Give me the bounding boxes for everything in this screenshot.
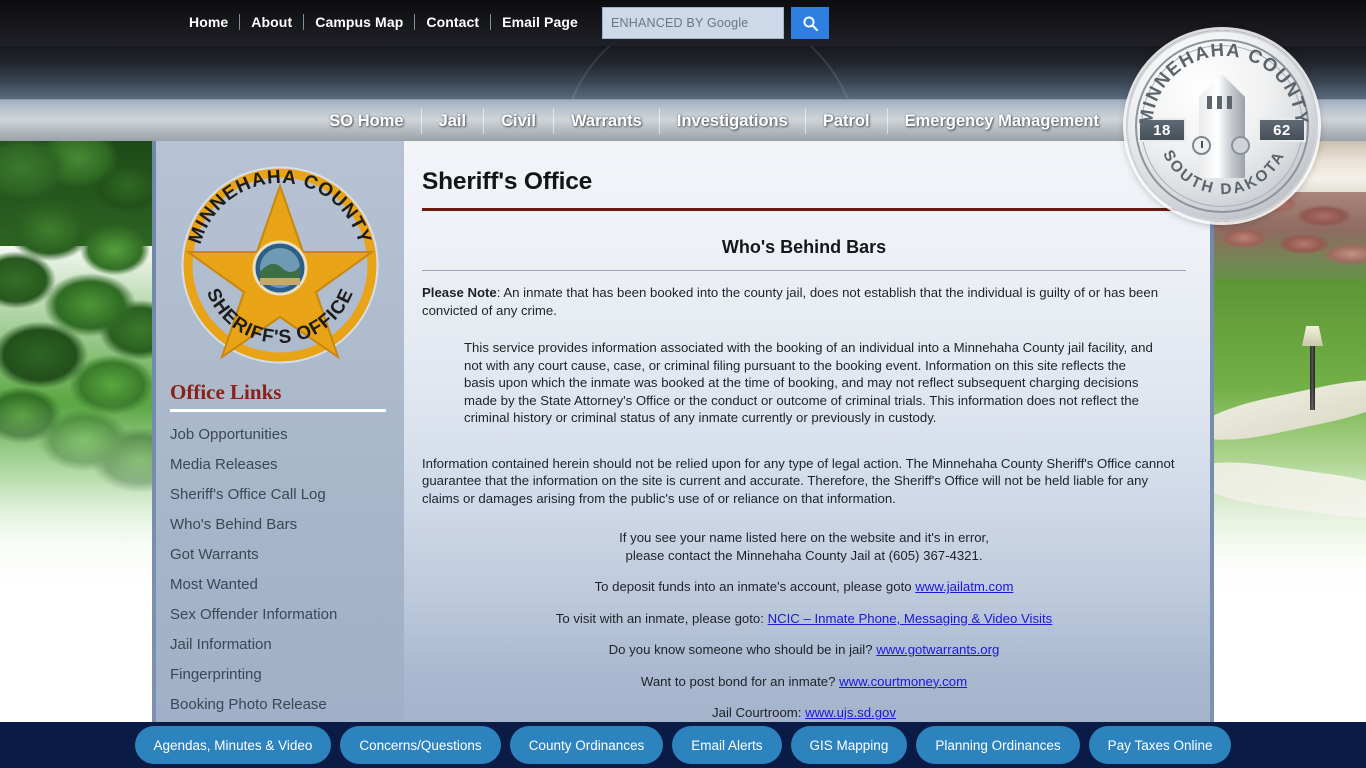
sheriff-office-badge-logo[interactable]: MINNEHAHA COUNTY SHERIFF'S OFFICE xyxy=(175,160,385,370)
seal-watermark-ring xyxy=(560,46,860,99)
background-photo-falls-park xyxy=(1214,140,1366,730)
link-line-deposit-prefix: To deposit funds into an inmate's accoun… xyxy=(595,579,916,594)
utility-link-email-page[interactable]: Email Page xyxy=(491,12,589,32)
nav-item-warrants[interactable]: Warrants xyxy=(553,108,659,134)
section-title: Who's Behind Bars xyxy=(422,237,1186,258)
search-input[interactable] xyxy=(602,7,784,39)
footer-button-agendas-minutes-video[interactable]: Agendas, Minutes & Video xyxy=(135,726,332,764)
link-line-visit: To visit with an inmate, please goto: NC… xyxy=(422,610,1186,628)
please-note-label: Please Note xyxy=(422,285,497,300)
footer-button-concerns-questions[interactable]: Concerns/Questions xyxy=(340,726,500,764)
nav-item-civil[interactable]: Civil xyxy=(483,108,553,134)
utility-link-campus-map[interactable]: Campus Map xyxy=(304,12,414,32)
link-line-deposit: To deposit funds into an inmate's accoun… xyxy=(422,578,1186,596)
footer-button-county-ordinances[interactable]: County Ordinances xyxy=(510,726,664,764)
link-line-gotwarrants-prefix: Do you know someone who should be in jai… xyxy=(609,642,877,657)
link-ujs-sd-gov[interactable]: www.ujs.sd.gov xyxy=(805,705,896,720)
county-seal-logo[interactable]: 18 62 MINNEHAHA COUNTY SOUTH DAKOTA xyxy=(1126,30,1318,222)
link-courtmoney[interactable]: www.courtmoney.com xyxy=(839,674,967,689)
sidebar-item-jail-information[interactable]: Jail Information xyxy=(156,630,404,660)
link-line-bond-prefix: Want to post bond for an inmate? xyxy=(641,674,839,689)
nav-divider xyxy=(490,14,491,30)
disclaimer-paragraph-2: Information contained herein should not … xyxy=(422,455,1186,508)
utility-link-home[interactable]: Home xyxy=(178,12,239,32)
error-contact-line-2: please contact the Minnehaha County Jail… xyxy=(422,547,1186,565)
search-widget xyxy=(602,7,829,39)
sidebar-item-got-warrants[interactable]: Got Warrants xyxy=(156,540,404,570)
page-title-rule xyxy=(422,208,1186,211)
footer-button-gis-mapping[interactable]: GIS Mapping xyxy=(791,726,908,764)
sidebar-item-call-log[interactable]: Sheriff's Office Call Log xyxy=(156,480,404,510)
footer-button-email-alerts[interactable]: Email Alerts xyxy=(672,726,781,764)
error-contact-block: If you see your name listed here on the … xyxy=(422,529,1186,564)
photo-fade-overlay xyxy=(1214,140,1366,730)
link-ncic-visits[interactable]: NCIC – Inmate Phone, Messaging & Video V… xyxy=(768,611,1053,626)
utility-link-contact[interactable]: Contact xyxy=(415,12,490,32)
tower-windows-graphic xyxy=(1207,96,1237,109)
section-title-rule xyxy=(422,270,1186,271)
nav-item-investigations[interactable]: Investigations xyxy=(659,108,805,134)
sidebar-item-fingerprinting[interactable]: Fingerprinting xyxy=(156,660,404,690)
seal-year-right: 62 xyxy=(1258,118,1306,142)
footer-button-pay-taxes-online[interactable]: Pay Taxes Online xyxy=(1089,726,1232,764)
utility-bar: Home About Campus Map Contact Email Page xyxy=(0,0,1366,46)
sidebar-item-booking-photo-release[interactable]: Booking Photo Release xyxy=(156,690,404,720)
photo-fade-overlay xyxy=(0,140,152,730)
office-links-heading: Office Links xyxy=(156,374,404,407)
sidebar-item-media-releases[interactable]: Media Releases xyxy=(156,450,404,480)
search-icon xyxy=(802,15,819,32)
disclaimer-paragraph-1: This service provides information associ… xyxy=(464,339,1154,427)
please-note-text: : An inmate that has been booked into th… xyxy=(422,285,1158,318)
link-line-visit-prefix: To visit with an inmate, please goto: xyxy=(556,611,768,626)
shell-right-divider xyxy=(1210,140,1214,730)
footer-bar: Agendas, Minutes & Video Concerns/Questi… xyxy=(0,722,1366,768)
sidebar-item-sex-offender-info[interactable]: Sex Offender Information xyxy=(156,600,404,630)
please-note-paragraph: Please Note: An inmate that has been boo… xyxy=(422,284,1186,319)
sidebar-item-most-wanted[interactable]: Most Wanted xyxy=(156,570,404,600)
nav-divider xyxy=(303,14,304,30)
seal-year-left: 18 xyxy=(1138,118,1186,142)
clock-face-icon xyxy=(1192,136,1211,155)
link-line-bond: Want to post bond for an inmate? www.cou… xyxy=(422,673,1186,691)
utility-link-about[interactable]: About xyxy=(240,12,303,32)
nav-item-so-home[interactable]: SO Home xyxy=(312,108,420,134)
office-links-rule xyxy=(170,409,386,412)
search-button[interactable] xyxy=(791,7,829,39)
sidebar-item-whos-behind-bars[interactable]: Who's Behind Bars xyxy=(156,510,404,540)
main-content: Sheriff's Office Who's Behind Bars Pleas… xyxy=(404,140,1210,730)
sidebar-item-job-opportunities[interactable]: Job Opportunities xyxy=(156,420,404,450)
nav-item-jail[interactable]: Jail xyxy=(421,108,484,134)
nav-divider xyxy=(239,14,240,30)
page-root: MINNEHAHA COUNTY SO Home Jail Civil Warr… xyxy=(0,0,1366,768)
nav-divider xyxy=(414,14,415,30)
link-line-gotwarrants: Do you know someone who should be in jai… xyxy=(422,641,1186,659)
footer-button-planning-ordinances[interactable]: Planning Ordinances xyxy=(916,726,1079,764)
error-contact-line-1: If you see your name listed here on the … xyxy=(422,529,1186,547)
sidebar: MINNEHAHA COUNTY SHERIFF'S OFFICE Office… xyxy=(156,140,404,730)
utility-navigation: Home About Campus Map Contact Email Page xyxy=(178,12,589,32)
link-line-courtroom: Jail Courtroom: www.ujs.sd.gov xyxy=(422,704,1186,722)
nav-item-emergency-management[interactable]: Emergency Management xyxy=(887,108,1116,134)
nav-item-patrol[interactable]: Patrol xyxy=(805,108,887,134)
page-title: Sheriff's Office xyxy=(422,168,1186,196)
background-photo-trees xyxy=(0,140,152,730)
link-gotwarrants[interactable]: www.gotwarrants.org xyxy=(876,642,999,657)
link-jailatm[interactable]: www.jailatm.com xyxy=(915,579,1013,594)
content-shell: MINNEHAHA COUNTY SHERIFF'S OFFICE Office… xyxy=(152,140,1214,730)
link-line-courtroom-prefix: Jail Courtroom: xyxy=(712,705,805,720)
